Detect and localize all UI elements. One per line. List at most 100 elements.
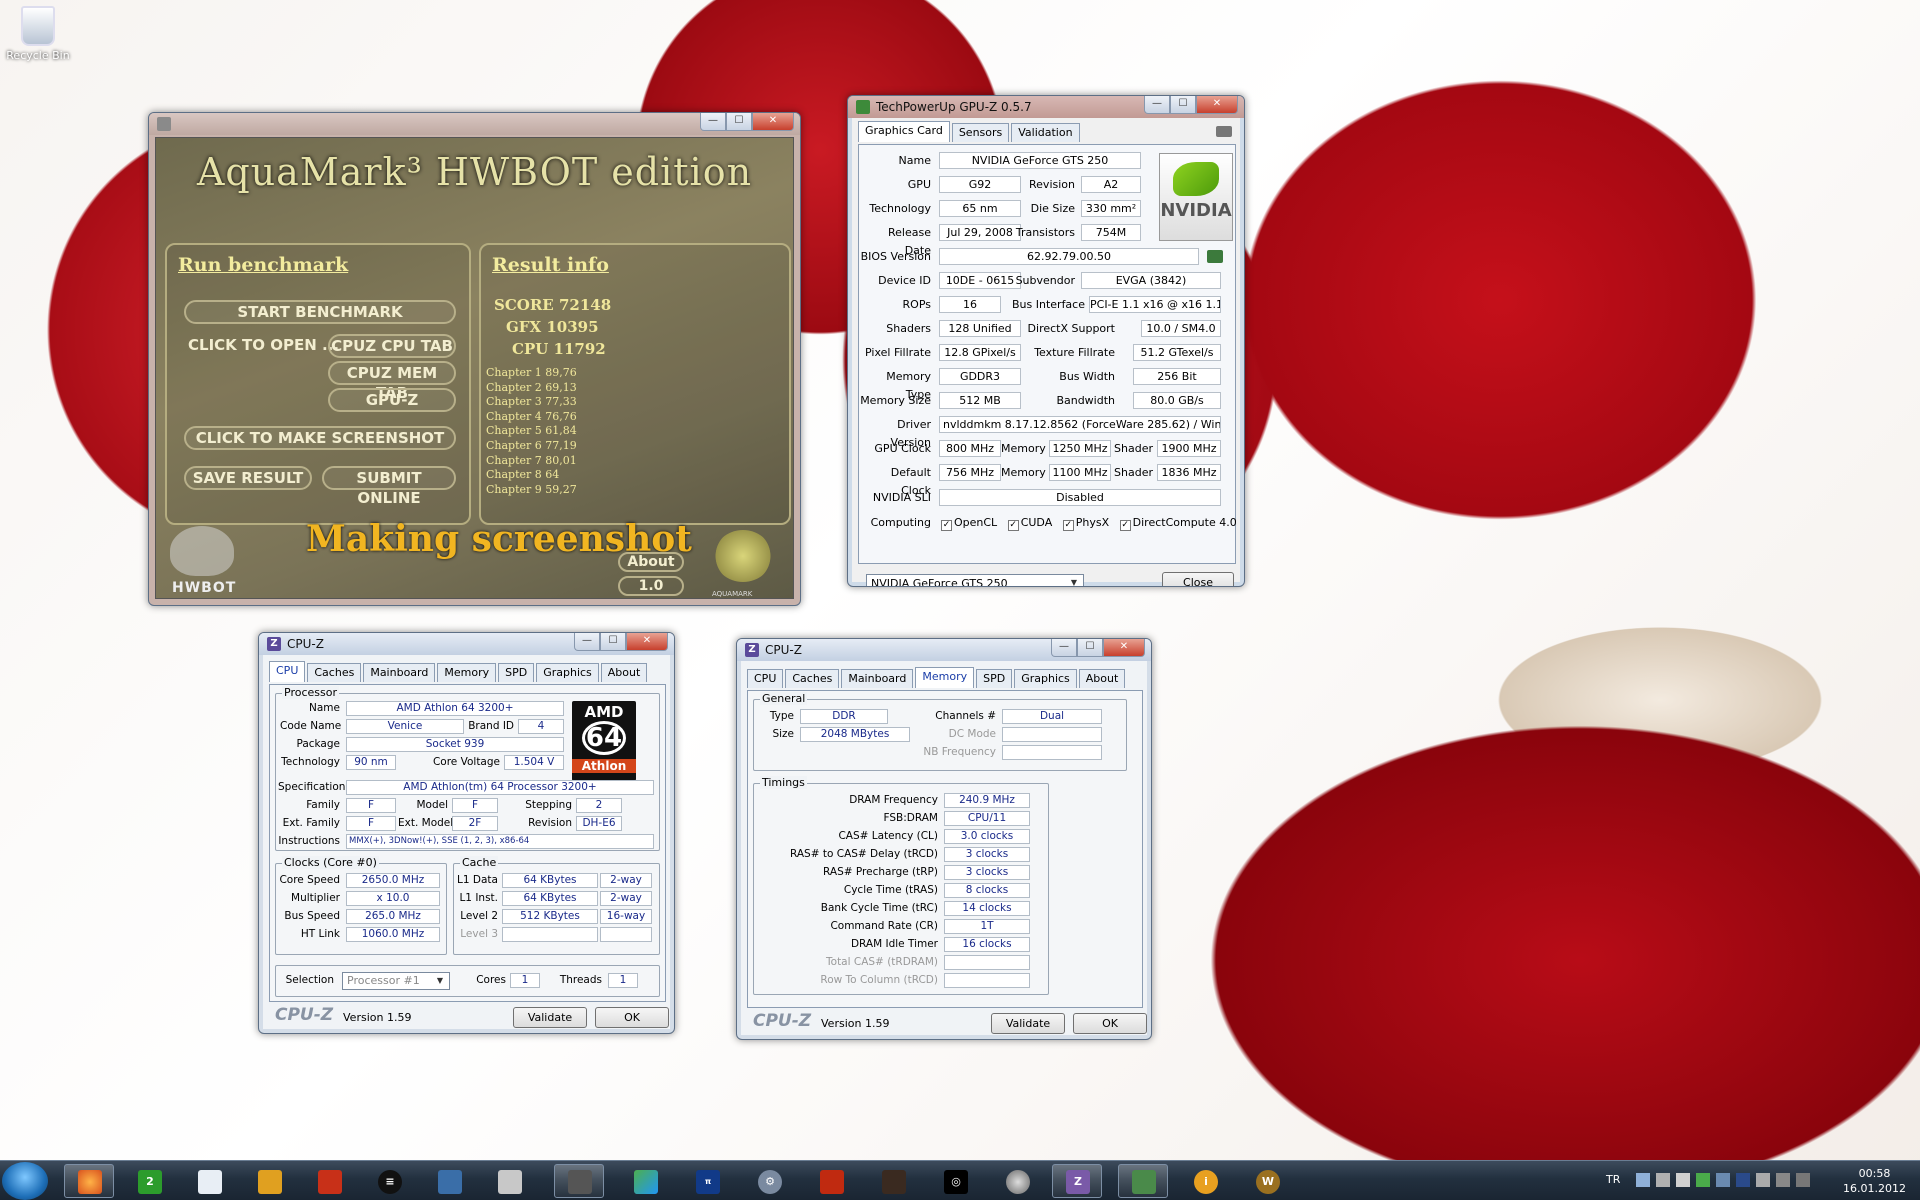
gpuz-button[interactable]: GPU-Z bbox=[328, 388, 456, 412]
tab-memory[interactable]: Memory bbox=[915, 667, 975, 688]
taskbar-notepad[interactable] bbox=[184, 1164, 234, 1198]
recycle-bin-icon[interactable]: Recycle Bin bbox=[6, 6, 70, 62]
tab-spd[interactable]: SPD bbox=[976, 669, 1013, 688]
tab-spd[interactable]: SPD bbox=[498, 663, 535, 682]
directcompute-checkbox[interactable]: ✓ DirectCompute 4.0 bbox=[1119, 516, 1237, 531]
validate-button[interactable]: Validate bbox=[991, 1013, 1065, 1034]
processor-select[interactable]: Processor #1 ▼ bbox=[342, 972, 450, 990]
ok-button[interactable]: OK bbox=[595, 1007, 669, 1028]
taskbar-fire[interactable] bbox=[806, 1164, 856, 1198]
cpuz-mem-tab-button[interactable]: CPUZ MEM TAB bbox=[328, 361, 456, 402]
maximize-button[interactable]: ☐ bbox=[726, 113, 752, 131]
close-button[interactable]: ✕ bbox=[626, 633, 668, 651]
taskbar-hwbot[interactable] bbox=[554, 1164, 604, 1198]
tab-graphics[interactable]: Graphics bbox=[1014, 669, 1077, 688]
close-button[interactable]: ✕ bbox=[752, 113, 794, 131]
flag-icon[interactable] bbox=[1796, 1173, 1810, 1187]
taskbar-gear[interactable]: ⚙ bbox=[744, 1164, 794, 1198]
tray-icon-6[interactable] bbox=[1736, 1173, 1750, 1187]
row-device-id: Device ID 10DE - 0615 Subvendor EVGA (3842) bbox=[859, 272, 1235, 290]
taskbar-tool[interactable] bbox=[484, 1164, 534, 1198]
minimize-button[interactable]: — bbox=[1144, 96, 1170, 114]
close-button[interactable]: ✕ bbox=[1103, 639, 1145, 657]
language-indicator[interactable]: TR bbox=[1606, 1173, 1620, 1186]
taskbar-paint[interactable] bbox=[244, 1164, 294, 1198]
ok-button[interactable]: OK bbox=[1073, 1013, 1147, 1034]
taskbar-cpuz[interactable]: Z bbox=[1052, 1164, 1102, 1198]
taskbar-list[interactable]: ≡ bbox=[364, 1164, 414, 1198]
physx-checkbox[interactable]: ✓ PhysX bbox=[1062, 516, 1109, 531]
taskbar-eye[interactable]: ◎ bbox=[930, 1164, 980, 1198]
gear-icon: ⚙ bbox=[758, 1170, 782, 1194]
taskbar-info[interactable]: i bbox=[1180, 1164, 1230, 1198]
cpuz-memory-window: Z CPU-Z — ☐ ✕ CPU Caches Mainboard Memor… bbox=[736, 638, 1152, 1040]
tab-sensors[interactable]: Sensors bbox=[951, 123, 1010, 142]
cpuz-titlebar[interactable]: Z CPU-Z — ☐ ✕ bbox=[259, 633, 674, 655]
tab-cpu[interactable]: CPU bbox=[269, 661, 306, 682]
processor-name-value: AMD Athlon 64 3200+ bbox=[346, 701, 564, 716]
gpuz-close-button[interactable]: Close bbox=[1162, 572, 1234, 586]
opencl-checkbox[interactable]: ✓ OpenCL bbox=[941, 516, 997, 531]
tab-about[interactable]: About bbox=[1078, 669, 1126, 688]
aquamark-logo-icon bbox=[714, 530, 772, 582]
tray-icon-4[interactable] bbox=[1696, 1173, 1710, 1187]
tray-icon-3[interactable] bbox=[1676, 1173, 1690, 1187]
tray-icon-5[interactable] bbox=[1716, 1173, 1730, 1187]
clock[interactable]: 00:58 16.01.2012 bbox=[1843, 1166, 1906, 1196]
taskbar-disc[interactable] bbox=[992, 1164, 1042, 1198]
taskbar-stack[interactable] bbox=[424, 1164, 474, 1198]
cpuz-brand: CPU-Z bbox=[753, 1011, 812, 1031]
gpu-select[interactable]: NVIDIA GeForce GTS 250 ▼ bbox=[866, 574, 1084, 586]
cuda-checkbox[interactable]: ✓ CUDA bbox=[1007, 516, 1052, 531]
tab-mainboard[interactable]: Mainboard bbox=[363, 663, 436, 682]
tab-graphics-card[interactable]: Graphics Card bbox=[858, 121, 950, 142]
validate-button[interactable]: Validate bbox=[513, 1007, 587, 1028]
start-button[interactable] bbox=[2, 1162, 48, 1200]
close-button[interactable]: ✕ bbox=[1196, 96, 1238, 114]
start-benchmark-button[interactable]: START BENCHMARK bbox=[184, 300, 456, 324]
taskbar-calc[interactable] bbox=[304, 1164, 354, 1198]
taskbar-gpuz[interactable] bbox=[1118, 1164, 1168, 1198]
taskbar-chart[interactable] bbox=[620, 1164, 670, 1198]
tab-validation[interactable]: Validation bbox=[1011, 123, 1080, 142]
tab-about[interactable]: About bbox=[600, 663, 648, 682]
gpuz-titlebar[interactable]: TechPowerUp GPU-Z 0.5.7 — ☐ ✕ bbox=[848, 96, 1244, 118]
cpuz-client: CPU Caches Mainboard Memory SPD Graphics… bbox=[263, 655, 670, 1029]
minimize-button[interactable]: — bbox=[1051, 639, 1077, 657]
taskbar-wow[interactable]: W bbox=[1242, 1164, 1292, 1198]
bios-save-icon[interactable] bbox=[1207, 250, 1223, 263]
volume-icon[interactable] bbox=[1756, 1173, 1770, 1187]
taskbar-2-1[interactable]: 2 bbox=[124, 1164, 174, 1198]
tray-icon-1[interactable] bbox=[1636, 1173, 1650, 1187]
maximize-button[interactable]: ☐ bbox=[600, 633, 626, 651]
tab-caches[interactable]: Caches bbox=[307, 663, 362, 682]
cpuz-client: CPU Caches Mainboard Memory SPD Graphics… bbox=[741, 661, 1147, 1035]
taskbar-phys[interactable] bbox=[868, 1164, 918, 1198]
minimize-button[interactable]: — bbox=[700, 113, 726, 131]
network-icon[interactable] bbox=[1776, 1173, 1790, 1187]
taskbar-firefox[interactable] bbox=[64, 1164, 114, 1198]
tab-cpu[interactable]: CPU bbox=[747, 669, 784, 688]
submit-online-button[interactable]: SUBMIT ONLINE bbox=[322, 466, 456, 507]
aquamark-titlebar[interactable]: — ☐ ✕ bbox=[149, 113, 800, 135]
result-info-header: Result info bbox=[492, 254, 609, 276]
phys-icon bbox=[882, 1170, 906, 1194]
about-button[interactable]: About bbox=[618, 552, 684, 572]
tab-mainboard[interactable]: Mainboard bbox=[841, 669, 914, 688]
minimize-button[interactable]: — bbox=[574, 633, 600, 651]
tab-memory[interactable]: Memory bbox=[437, 663, 497, 682]
maximize-button[interactable]: ☐ bbox=[1170, 96, 1196, 114]
maximize-button[interactable]: ☐ bbox=[1077, 639, 1103, 657]
taskbar-superpi[interactable]: π bbox=[682, 1164, 732, 1198]
make-screenshot-button[interactable]: CLICK TO MAKE SCREENSHOT bbox=[184, 426, 456, 450]
tray-icon-2[interactable] bbox=[1656, 1173, 1670, 1187]
tab-graphics[interactable]: Graphics bbox=[536, 663, 599, 682]
tab-caches[interactable]: Caches bbox=[785, 669, 840, 688]
chapter-3: Chapter 3 77,33 bbox=[486, 395, 577, 409]
cpuz-cpu-tab-button[interactable]: CPUZ CPU TAB bbox=[328, 334, 456, 358]
cpuz-titlebar[interactable]: Z CPU-Z — ☐ ✕ bbox=[737, 639, 1151, 661]
save-result-button[interactable]: SAVE RESULT bbox=[184, 466, 312, 490]
row-computing: Computing ✓ OpenCL ✓ CUDA ✓ PhysX ✓ DirectCo… bbox=[870, 516, 1237, 531]
chapter-1: Chapter 1 89,76 bbox=[486, 366, 577, 379]
camera-icon[interactable] bbox=[1216, 126, 1232, 137]
